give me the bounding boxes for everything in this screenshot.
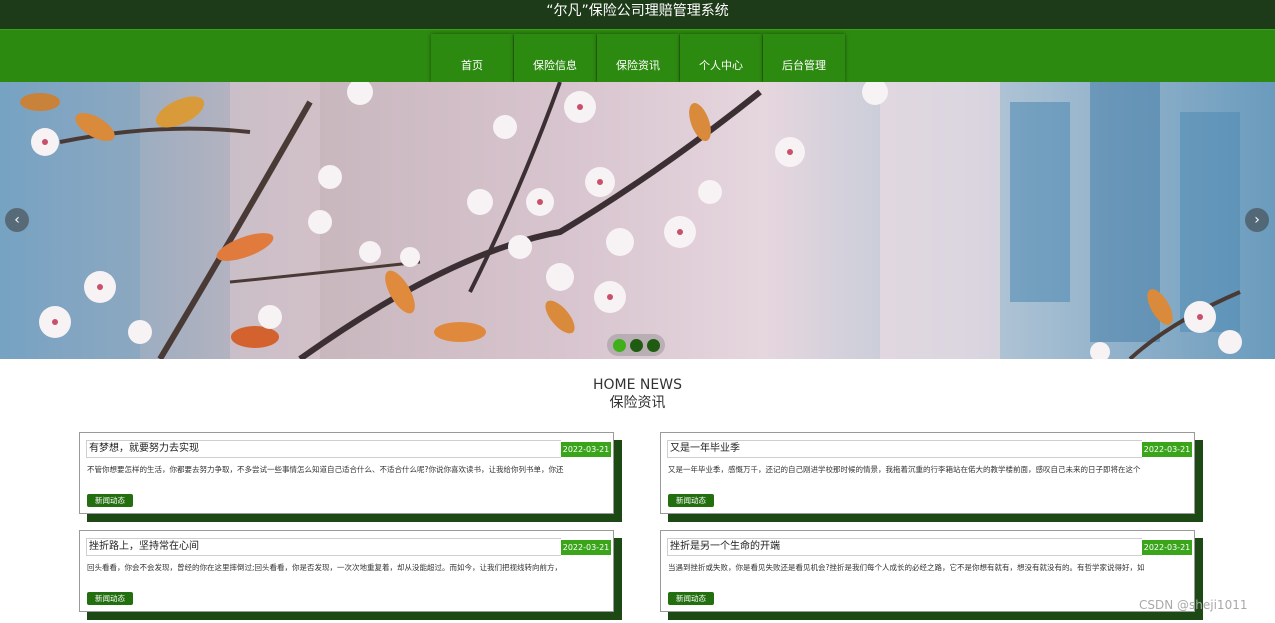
news-card-date: 2022-03-21 <box>1142 442 1192 457</box>
news-card-tag[interactable]: 新闻动态 <box>668 494 714 507</box>
carousel-dot-2[interactable] <box>629 338 643 352</box>
site-title-bar: “尔凡”保险公司理赔管理系统 <box>0 0 1275 29</box>
carousel-prev-button[interactable]: ‹ <box>5 208 29 232</box>
news-heading-en: HOME NEWS <box>593 377 682 393</box>
news-card-tag[interactable]: 新闻动态 <box>668 592 714 605</box>
watermark: CSDN @sheji1011 <box>1139 598 1248 612</box>
blossom-banner-image <box>0 82 1242 359</box>
news-card[interactable]: 有梦想，就要努力去实现 2022-03-21 不管你想要怎样的生活，你都要去努力… <box>79 432 614 514</box>
news-heading-cn: 保险资讯 <box>609 395 666 411</box>
nav-item-insurance-news[interactable]: 保险资讯 <box>597 34 679 82</box>
news-section-heading: HOME NEWS 保险资讯 <box>0 377 1275 412</box>
news-card[interactable]: 挫折是另一个生命的开端 2022-03-21 当遇到挫折或失败，你是看见失败还是… <box>660 530 1195 612</box>
chevron-left-icon: ‹ <box>14 212 20 228</box>
carousel-dot-3[interactable] <box>646 338 660 352</box>
site-title: “尔凡”保险公司理赔管理系统 <box>546 3 729 19</box>
news-card-desc: 回头看看，你会不会发现，曾经的你在这里摔倒过;回头看看，你是否发现，一次次地重复… <box>87 563 563 572</box>
carousel-dot-1[interactable] <box>612 338 626 352</box>
nav-item-insurance-info[interactable]: 保险信息 <box>514 34 596 82</box>
news-card-date: 2022-03-21 <box>1142 540 1192 555</box>
nav-items: 首页 保险信息 保险资讯 个人中心 后台管理 <box>431 34 846 82</box>
news-card-title[interactable]: 又是一年毕业季 <box>667 440 1142 458</box>
news-card-desc: 不管你想要怎样的生活，你都要去努力争取，不多尝试一些事情怎么知道自己适合什么、不… <box>87 465 564 474</box>
carousel-next-button[interactable]: › <box>1245 208 1269 232</box>
news-card-title[interactable]: 有梦想，就要努力去实现 <box>86 440 561 458</box>
news-card-date: 2022-03-21 <box>561 442 611 457</box>
news-card-date: 2022-03-21 <box>561 540 611 555</box>
nav-item-personal-center[interactable]: 个人中心 <box>680 34 762 82</box>
news-card[interactable]: 又是一年毕业季 2022-03-21 又是一年毕业季，感慨万千，还记的自己刚进学… <box>660 432 1195 514</box>
news-card-tag[interactable]: 新闻动态 <box>87 494 133 507</box>
nav-item-admin[interactable]: 后台管理 <box>763 34 845 82</box>
chevron-right-icon: › <box>1254 212 1260 228</box>
banner-carousel: ‹ › <box>0 82 1275 359</box>
main-nav: 首页 保险信息 保险资讯 个人中心 后台管理 <box>0 29 1275 82</box>
news-card-desc: 又是一年毕业季，感慨万千，还记的自己刚进学校那时候的情景，我拖着沉重的行李箱站在… <box>668 465 1141 474</box>
news-card-title[interactable]: 挫折路上，坚持常在心间 <box>86 538 561 556</box>
nav-item-home[interactable]: 首页 <box>431 34 513 82</box>
carousel-indicators <box>607 334 665 356</box>
news-card-desc: 当遇到挫折或失败，你是看见失败还是看见机会?挫折是我们每个人成长的必经之路，它不… <box>668 563 1145 572</box>
news-card[interactable]: 挫折路上，坚持常在心间 2022-03-21 回头看看，你会不会发现，曾经的你在… <box>79 530 614 612</box>
news-card-title[interactable]: 挫折是另一个生命的开端 <box>667 538 1142 556</box>
news-card-tag[interactable]: 新闻动态 <box>87 592 133 605</box>
